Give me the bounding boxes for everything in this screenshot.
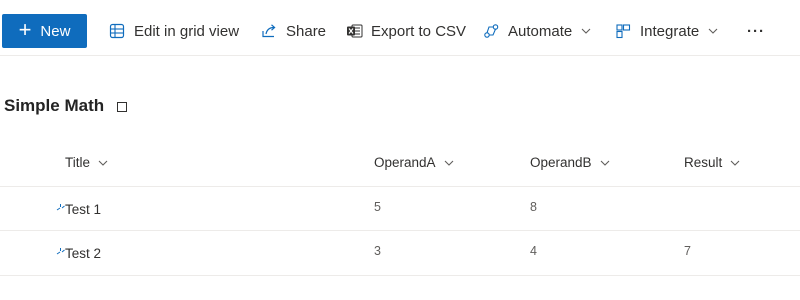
column-header-label: Result [684,155,723,170]
column-header-result[interactable]: Result [684,155,740,170]
column-header-label: Title [65,155,91,170]
more-icon: ··· [747,22,765,40]
export-to-csv-label: Export to CSV [371,22,467,40]
plus-icon: + [18,17,32,42]
column-header-operand-a[interactable]: OperandA [374,155,454,170]
automate-label: Automate [508,22,573,40]
row-divider [0,275,800,276]
chevron-down-icon [581,26,591,36]
chevron-down-icon [708,26,718,36]
integrate-icon [614,22,632,40]
cell-operand-a: 5 [374,200,381,214]
cell-result: 7 [684,244,691,258]
flow-icon [482,22,500,40]
column-header-operand-b[interactable]: OperandB [530,155,610,170]
share-label: Share [286,22,327,40]
cell-operand-b: 8 [530,200,537,214]
share-button[interactable]: Share [260,14,326,48]
cell-operand-b: 4 [530,244,537,258]
integrate-menu[interactable]: Integrate [614,14,718,48]
grid-icon [108,22,126,40]
new-button[interactable]: + New [2,14,87,48]
automate-menu[interactable]: Automate [482,14,591,48]
cell-operand-a: 3 [374,244,381,258]
integrate-label: Integrate [640,22,700,40]
favorite-toggle-icon[interactable] [117,101,128,112]
cell-title[interactable]: Test 2 [65,246,101,261]
column-header-title[interactable]: Title [65,155,108,170]
command-bar: + New Edit in grid view Share Export to … [0,0,800,56]
edit-in-grid-view-label: Edit in grid view [134,22,240,40]
edit-in-grid-view-button[interactable]: Edit in grid view [108,14,239,48]
excel-icon [345,22,363,40]
column-header-label: OperandB [530,155,592,170]
chevron-down-icon [98,158,108,168]
chevron-down-icon [600,158,610,168]
chevron-down-icon [444,158,454,168]
list-title: Simple Math [4,96,105,115]
column-header-label: OperandA [374,155,436,170]
new-item-sparkle-icon [56,242,65,255]
more-options-button[interactable]: ··· [747,14,765,48]
new-item-sparkle-icon [56,198,65,211]
page-title: Simple Math [4,96,128,116]
table-row[interactable]: Test 1 5 8 [0,187,800,231]
export-to-csv-button[interactable]: Export to CSV [345,14,466,48]
table-row[interactable]: Test 2 3 4 7 [0,231,800,275]
new-button-label: New [40,22,71,40]
cell-title[interactable]: Test 1 [65,202,101,217]
share-icon [260,22,278,40]
chevron-down-icon [730,158,740,168]
